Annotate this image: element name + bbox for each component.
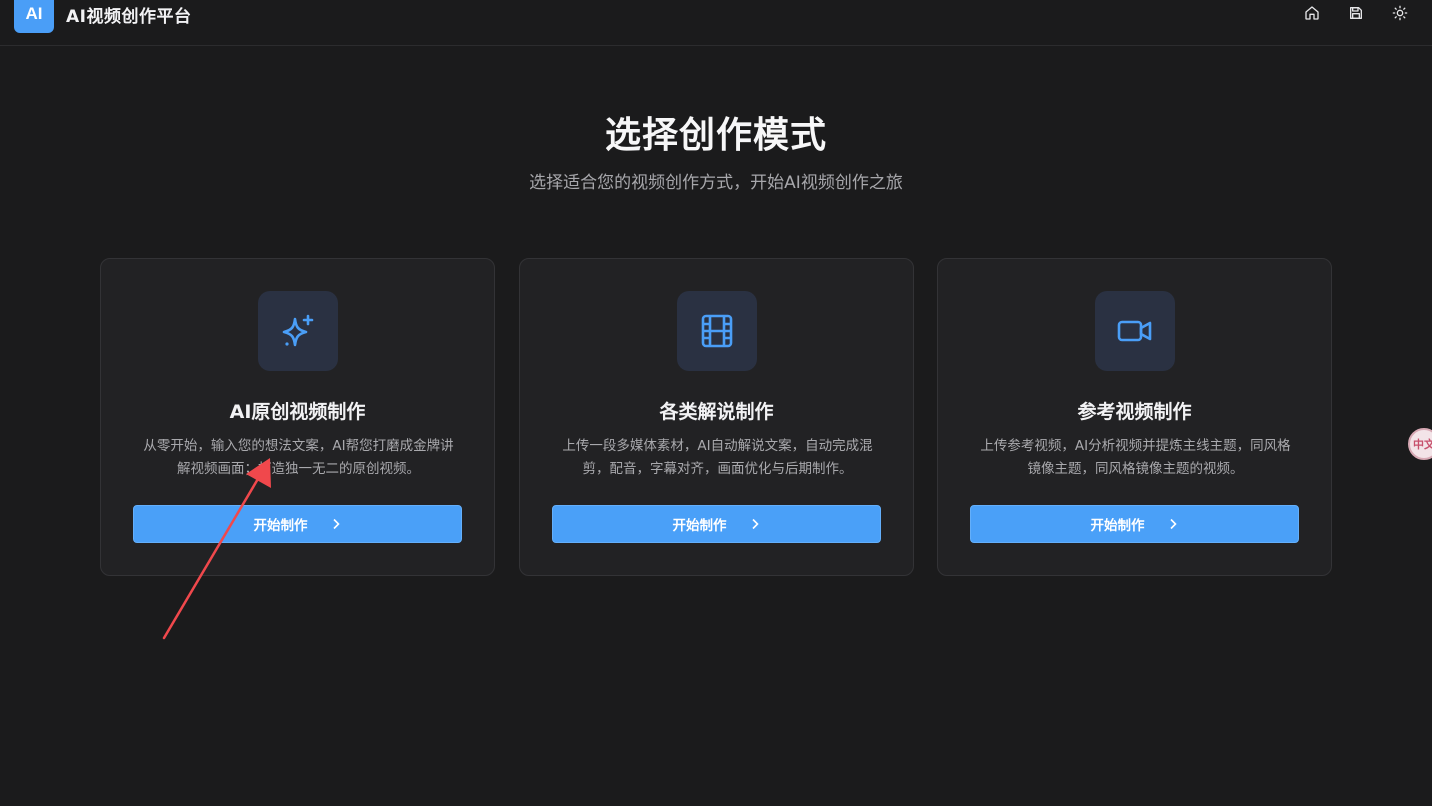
card-description-line: 镜像主题，同风格镜像主题的视频。: [1027, 461, 1244, 477]
mode-card-commentary[interactable]: 各类解说制作 上传一段多媒体素材，AI自动解说文案，自动完成混 剪，配音，字幕对…: [519, 258, 914, 576]
card-title: 参考视频制作: [1077, 401, 1192, 423]
card-title: 各类解说制作: [659, 401, 774, 423]
top-navigation-bar: AI AI视频创作平台: [0, 0, 1432, 46]
start-button[interactable]: 开始制作: [133, 505, 462, 543]
chevron-right-icon: [332, 518, 340, 530]
card-title: AI原创视频制作: [229, 401, 366, 423]
card-description-line: 解视频画面；打造独一无二的原创视频。: [177, 461, 420, 477]
sun-icon[interactable]: [1390, 3, 1410, 23]
app-title: AI视频创作平台: [66, 7, 192, 27]
start-button-label: 开始制作: [253, 518, 308, 534]
start-button-label: 开始制作: [1090, 518, 1145, 534]
video-camera-icon: [1095, 291, 1175, 371]
page-title: 选择创作模式: [604, 115, 827, 156]
card-description: 从零开始，输入您的想法文案，AI帮您打磨成金牌讲 解视频画面；打造独一无二的原创…: [131, 435, 466, 481]
chevron-right-icon: [1169, 518, 1177, 530]
card-description-line: 剪，配音，字幕对齐，画面优化与后期制作。: [582, 461, 853, 477]
start-button[interactable]: 开始制作: [970, 505, 1299, 543]
card-description-line: 上传参考视频，AI分析视频并提炼主线主题，同风格: [980, 438, 1291, 454]
card-description: 上传一段多媒体素材，AI自动解说文案，自动完成混 剪，配音，字幕对齐，画面优化与…: [550, 435, 885, 481]
save-icon[interactable]: [1346, 3, 1366, 23]
start-button-label: 开始制作: [672, 518, 727, 534]
card-description-line: 从零开始，输入您的想法文案，AI帮您打磨成金牌讲: [143, 438, 454, 454]
home-icon[interactable]: [1302, 3, 1322, 23]
start-button[interactable]: 开始制作: [552, 505, 881, 543]
card-description-line: 上传一段多媒体素材，AI自动解说文案，自动完成混: [562, 438, 873, 454]
page-subtitle: 选择适合您的视频创作方式，开始AI视频创作之旅: [529, 173, 903, 193]
film-icon: [677, 291, 757, 371]
chevron-right-icon: [751, 518, 759, 530]
mode-card-reference[interactable]: 参考视频制作 上传参考视频，AI分析视频并提炼主线主题，同风格 镜像主题，同风格…: [937, 258, 1332, 576]
sparkles-icon: [258, 291, 338, 371]
mode-card-ai-original[interactable]: AI原创视频制作 从零开始，输入您的想法文案，AI帮您打磨成金牌讲 解视频画面；…: [100, 258, 495, 576]
app-logo[interactable]: AI: [14, 0, 54, 33]
translate-widget[interactable]: 中文: [1408, 428, 1432, 460]
card-description: 上传参考视频，AI分析视频并提炼主线主题，同风格 镜像主题，同风格镜像主题的视频…: [968, 435, 1303, 481]
